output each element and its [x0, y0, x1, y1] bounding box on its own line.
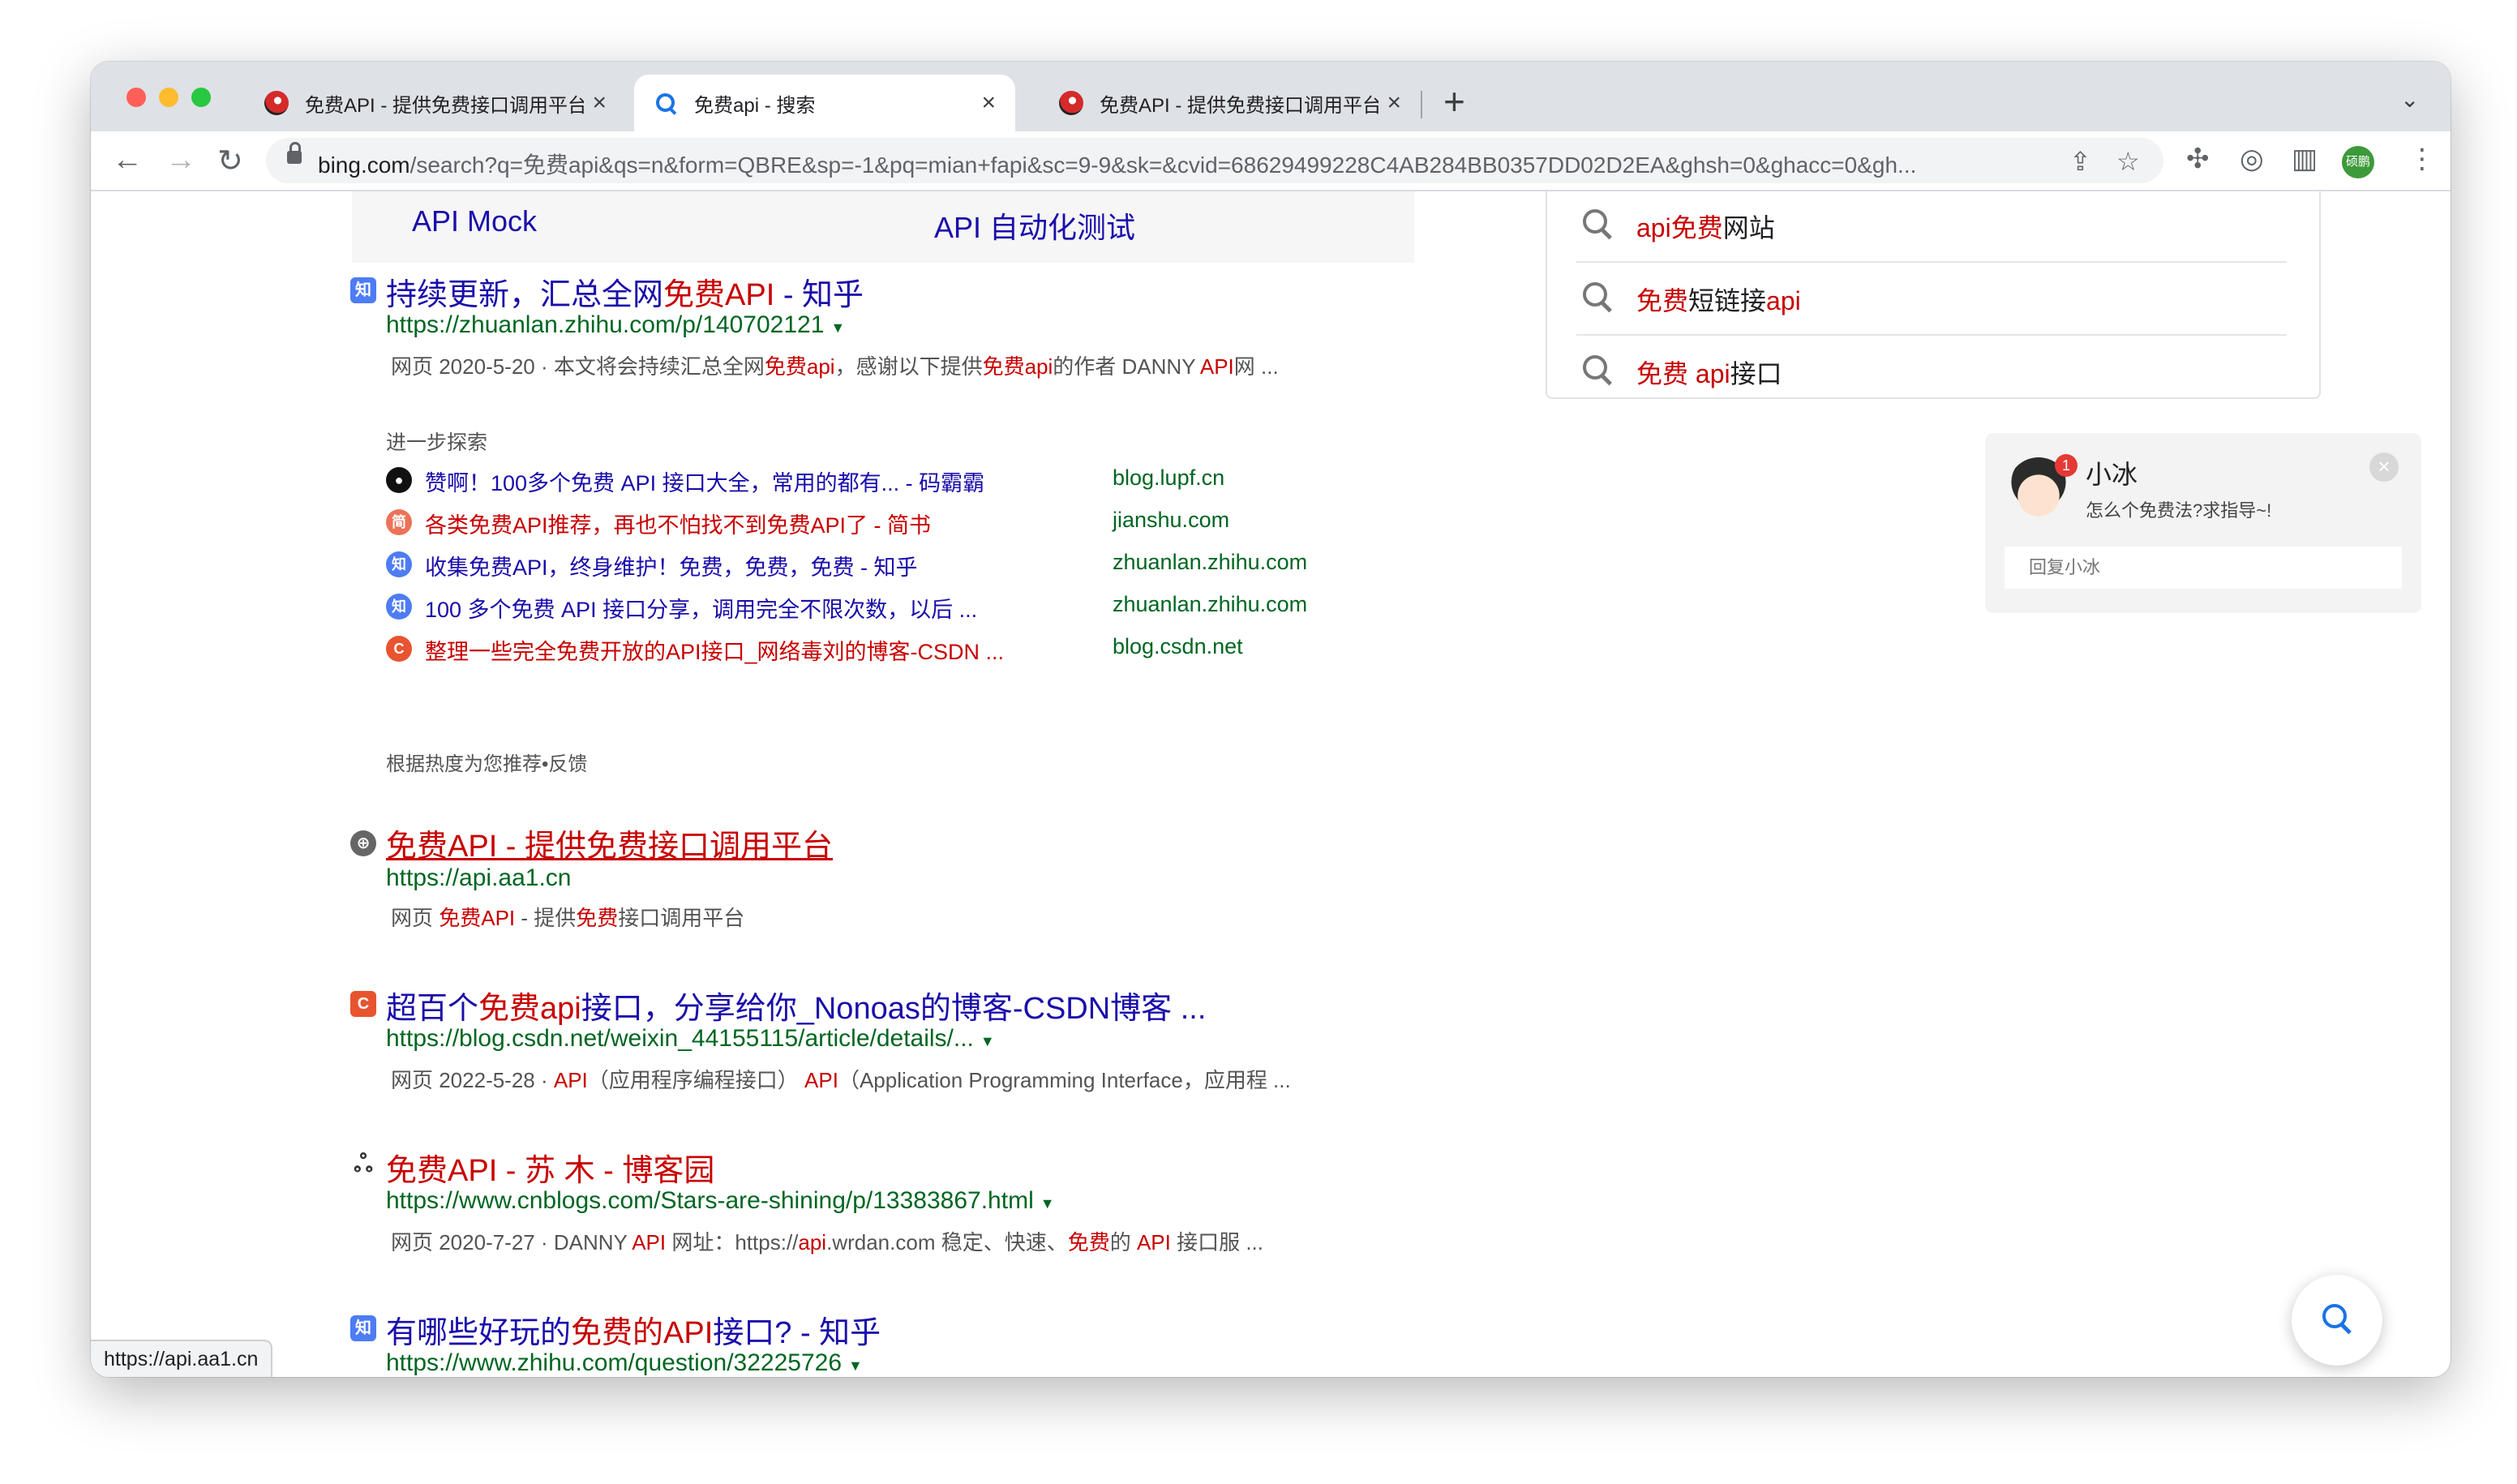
suggestion-text[interactable]: 免费 api接口 [1636, 354, 1782, 391]
result-title[interactable]: 超百个免费api接口，分享给你_Nonoas的博客-CSDN博客 ... [386, 983, 1206, 1027]
lock-icon[interactable] [287, 142, 302, 164]
csdn-icon: C [350, 991, 376, 1017]
tab-close-icon[interactable]: × [592, 89, 607, 117]
url-text[interactable]: bing.com/search?q=免费api&qs=n&form=QBRE&s… [318, 148, 2061, 180]
result-url[interactable]: https://www.zhihu.com/question/32225726 ▼ [386, 1349, 863, 1377]
zhihu-icon: 知 [350, 1315, 376, 1341]
suggestion-item[interactable]: 免费短链接api [1576, 261, 2287, 336]
result-title[interactable]: 有哪些好玩的免费的API接口? - 知乎 [386, 1307, 881, 1352]
share-icon[interactable]: ⇪ [2069, 146, 2091, 177]
site-favicon-icon: 简 [386, 509, 412, 535]
search-icon [2322, 1304, 2355, 1336]
explore-item-domain: zhuanlan.zhihu.com [1113, 550, 1308, 574]
suggestion-item[interactable]: api免费网站 [1576, 191, 2287, 263]
related-link[interactable]: API Mock [412, 204, 537, 238]
link-status-bar: https://api.aa1.cn [91, 1340, 273, 1377]
result-url[interactable]: https://www.cnblogs.com/Stars-are-shinin… [386, 1187, 1055, 1215]
result-title[interactable]: 持续更新，汇总全网免费API - 知乎 [386, 269, 864, 314]
result-url[interactable]: https://blog.csdn.net/weixin_44155115/ar… [386, 1025, 995, 1053]
extensions-puzzle-icon[interactable]: ✣ [2186, 143, 2210, 175]
suggestion-item[interactable]: 免费 api接口 [1576, 334, 2287, 407]
explore-item-domain: blog.csdn.net [1113, 634, 1243, 658]
reload-icon[interactable]: ↻ [217, 143, 243, 179]
tab-title: 免费API - 提供免费接口调用平台 [1100, 94, 1379, 117]
more-menu-icon[interactable]: ⋮ [2408, 143, 2436, 175]
zhihu-icon: 知 [350, 277, 376, 303]
search-icon [1583, 355, 1615, 388]
tab-close-icon[interactable]: × [981, 89, 996, 117]
browser-toolbar: ← → ↻ bing.com/search?q=免费api&qs=n&form=… [91, 131, 2451, 191]
result-url[interactable]: https://zhuanlan.zhihu.com/p/140702121 ▼ [386, 311, 845, 339]
cnblogs-icon: ஃ [354, 1151, 373, 1177]
result-snippet: 网页 2020-7-27 · DANNY API 网址：https://api.… [391, 1230, 1263, 1255]
chat-message: 怎么个免费法?求指导~! [2086, 500, 2272, 521]
xiaobing-chat-widget: 1 小冰 怎么个免费法?求指导~! × [1985, 433, 2421, 613]
related-searches: API Mock API 自动化测试 [352, 191, 1414, 263]
explore-item[interactable]: 简各类免费API推荐，再也不怕找不到免费API了 - 简书 jianshu.com [386, 506, 1359, 538]
tab-title: 免费api - 搜索 [694, 94, 816, 117]
floating-search-button[interactable] [2292, 1275, 2382, 1366]
suggestion-text[interactable]: 免费短链接api [1636, 281, 1801, 318]
explore-item-title[interactable]: 赞啊！100多个免费 API 接口大全，常用的都有... - 码霸霸 [425, 465, 984, 497]
maximize-window-button[interactable] [191, 88, 211, 107]
search-icon [1583, 282, 1615, 315]
page-content: API Mock API 自动化测试 知 持续更新，汇总全网免费API - 知乎… [91, 191, 2451, 1377]
result-title[interactable]: 免费API - 苏 木 - 博客园 [386, 1145, 714, 1190]
explore-item-title[interactable]: 100 多个免费 API 接口分享，调用完全不限次数，以后 ... [425, 592, 977, 624]
result-snippet: 网页 免费API - 提供免费接口调用平台 [391, 906, 745, 930]
forward-arrow-icon[interactable]: → [165, 143, 196, 178]
explore-item-title[interactable]: 收集免费API，终身维护！免费，免费，免费 - 知乎 [425, 550, 918, 581]
explore-item-domain: zhuanlan.zhihu.com [1113, 592, 1308, 616]
close-window-button[interactable] [126, 88, 146, 107]
tab-3[interactable]: 免费API - 提供免费接口调用平台 × [1040, 75, 1421, 131]
search-suggestions: api免费网站 免费短链接api 免费 api接口 [1546, 191, 2321, 399]
search-icon [1583, 209, 1615, 242]
side-panel-icon[interactable]: ▥ [2292, 143, 2318, 175]
explore-item[interactable]: C 整理一些完全免费开放的API接口_网络毒刘的博客-CSDN ... blog.c… [386, 633, 1359, 665]
minimize-window-button[interactable] [159, 88, 178, 107]
tab-1[interactable]: 免费API - 提供免费接口调用平台 × [245, 75, 626, 131]
search-favicon-icon [654, 91, 678, 115]
site-favicon-icon: C [386, 636, 412, 662]
close-icon[interactable]: × [2369, 452, 2399, 482]
result-title[interactable]: 免费API - 提供免费接口调用平台 [386, 821, 833, 865]
chat-name: 小冰 [2086, 460, 2138, 489]
explore-item-domain: blog.lupf.cn [1113, 465, 1225, 490]
site-favicon-icon [1059, 91, 1083, 115]
result-snippet: 网页 2020-5-20 · 本文将会持续汇总全网免费api，感谢以下提供免费a… [391, 354, 1279, 379]
tab-title: 免费API - 提供免费接口调用平台 [305, 94, 585, 117]
explore-footer[interactable]: 根据热度为您推荐•反馈 [386, 748, 587, 776]
site-favicon-icon: 知 [386, 594, 412, 620]
globe-icon: ⊕ [350, 830, 376, 856]
explore-heading: 进一步探索 [386, 431, 488, 454]
explore-item-title[interactable]: 各类免费API推荐，再也不怕找不到免费API了 - 简书 [425, 508, 931, 539]
browser-window: 免费API - 提供免费接口调用平台 × 免费api - 搜索 × 免费API … [91, 62, 2451, 1377]
site-favicon-icon: 知 [386, 551, 412, 577]
back-arrow-icon[interactable]: ← [112, 143, 143, 178]
explore-item[interactable]: 知收集免费API，终身维护！免费，免费，免费 - 知乎 zhuanlan.zhih… [386, 548, 1359, 581]
tab-separator [1421, 91, 1422, 118]
site-favicon-icon [264, 91, 289, 115]
tab-2[interactable]: 免费api - 搜索 × [634, 75, 1015, 131]
explore-item[interactable]: 知 100 多个免费 API 接口分享，调用完全不限次数，以后 ... zhuanl… [386, 590, 1359, 623]
tab-close-icon[interactable]: × [1387, 89, 1401, 117]
address-bar[interactable]: bing.com/search?q=免费api&qs=n&form=QBRE&s… [266, 138, 2163, 183]
site-favicon-icon: ● [386, 467, 412, 493]
result-url[interactable]: https://api.aa1.cn [386, 864, 572, 892]
explore-item-title[interactable]: 整理一些完全免费开放的API接口_网络毒刘的博客-CSDN ... [425, 634, 1004, 666]
bookmark-star-icon[interactable]: ☆ [2116, 146, 2140, 177]
explore-item[interactable]: ● 赞啊！100多个免费 API 接口大全，常用的都有... - 码霸霸 blog.… [386, 464, 1359, 496]
tab-search-chevron-icon[interactable]: ⌄ [2400, 86, 2419, 113]
result-snippet: 网页 2022-5-28 · API（应用程序编程接口） API（Applica… [391, 1068, 1291, 1092]
extension-icon[interactable]: ◎ [2240, 143, 2264, 175]
tab-strip: 免费API - 提供免费接口调用平台 × 免费api - 搜索 × 免费API … [91, 62, 2451, 131]
explore-item-domain: jianshu.com [1113, 508, 1230, 532]
new-tab-plus-icon[interactable]: + [1443, 79, 1465, 123]
notification-badge: 1 [2055, 454, 2077, 477]
chat-reply-input[interactable] [2005, 547, 2402, 589]
profile-avatar[interactable]: 硕鹏 [2342, 146, 2374, 178]
related-link[interactable]: API 自动化测试 [934, 204, 1135, 247]
suggestion-text[interactable]: api免费网站 [1636, 208, 1775, 245]
